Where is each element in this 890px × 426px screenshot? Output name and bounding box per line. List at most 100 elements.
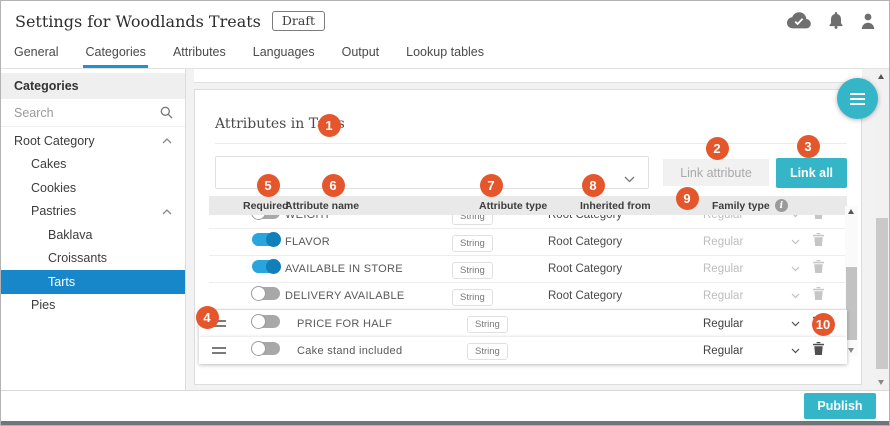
- toggle-knob: [251, 314, 266, 329]
- attribute-type-cell: String: [449, 260, 544, 279]
- tab-languages[interactable]: Languages: [253, 45, 315, 68]
- draft-status-badge: Draft: [272, 11, 325, 31]
- attributes-table: RequiredAttribute nameAttribute typeInhe…: [209, 196, 847, 364]
- link-attribute-button[interactable]: Link attribute: [663, 159, 769, 186]
- chevron-up-icon[interactable]: [162, 138, 172, 144]
- inherited-from-label: Root Category: [544, 263, 699, 275]
- tab-categories[interactable]: Categories: [85, 45, 145, 68]
- delete-attribute-button[interactable]: [813, 233, 839, 251]
- delete-attribute-button[interactable]: [813, 260, 839, 278]
- annotation-marker-10: 10: [812, 313, 835, 336]
- annotation-marker-9: 9: [676, 187, 699, 210]
- annotation-marker-8: 8: [582, 174, 605, 197]
- header-icons: [787, 12, 875, 29]
- required-toggle[interactable]: [252, 287, 280, 300]
- delete-attribute-button[interactable]: [813, 342, 839, 360]
- column-header-label: Attribute type: [479, 200, 547, 212]
- inherited-from-label: Root Category: [544, 236, 699, 248]
- required-toggle[interactable]: [252, 342, 280, 355]
- app-header: Settings for Woodlands Treats Draft: [1, 1, 889, 41]
- table-scrollbar-thumb[interactable]: [846, 267, 857, 340]
- trash-icon: [813, 215, 824, 224]
- family-type-dropdown[interactable]: [791, 215, 813, 218]
- required-cell: [209, 260, 279, 278]
- sidebar-item-root-category[interactable]: Root Category: [1, 129, 185, 153]
- sidebar-item-tarts[interactable]: Tarts: [1, 270, 185, 294]
- attributes-card: Attributes in Tarts Link attribute Link …: [194, 89, 862, 385]
- annotation-marker-3: 3: [797, 135, 820, 158]
- sidebar-item-baklava[interactable]: Baklava: [1, 223, 185, 247]
- chevron-up-icon[interactable]: [162, 209, 172, 215]
- trash-icon: [813, 287, 824, 305]
- scroll-down-icon[interactable]: [878, 380, 884, 385]
- attribute-type-cell: String: [449, 215, 544, 225]
- attribute-name-label: PRICE FOR HALF: [279, 318, 449, 330]
- page-title: Settings for Woodlands Treats: [15, 12, 261, 31]
- tree-item-label: Root Category: [14, 134, 95, 148]
- family-type-dropdown[interactable]: [791, 239, 813, 245]
- attributes-heading: Attributes in Tarts: [215, 116, 847, 132]
- toggle-knob: [251, 341, 266, 356]
- toggle-knob: [251, 215, 266, 220]
- bell-icon[interactable]: [829, 12, 843, 29]
- required-toggle[interactable]: [252, 260, 280, 273]
- annotation-marker-4: 4: [196, 306, 219, 329]
- info-icon[interactable]: i: [775, 199, 788, 212]
- heading-divider: [215, 143, 847, 144]
- user-icon[interactable]: [861, 13, 875, 29]
- family-type-dropdown[interactable]: [791, 348, 813, 354]
- attribute-row-flavor: FLAVORStringRoot CategoryRegular: [209, 229, 847, 256]
- tab-general[interactable]: General: [14, 45, 58, 68]
- family-type-dropdown[interactable]: [791, 266, 813, 272]
- required-cell: [209, 233, 279, 251]
- attribute-row-price-for-half: PRICE FOR HALFStringRegular: [199, 310, 847, 337]
- cloud-check-icon[interactable]: [787, 12, 811, 29]
- attribute-row-delivery-available: DELIVERY AVAILABLEStringRoot CategoryReg…: [209, 283, 847, 310]
- column-header-label: Family type: [712, 200, 770, 212]
- scroll-up-icon[interactable]: [878, 74, 884, 79]
- delete-attribute-button[interactable]: [813, 215, 839, 224]
- tree-item-label: Pastries: [31, 204, 76, 218]
- link-all-button[interactable]: Link all: [776, 158, 847, 188]
- attribute-type-cell: String: [449, 233, 544, 252]
- sidebar-item-croissants[interactable]: Croissants: [1, 247, 185, 271]
- annotation-marker-2: 2: [706, 137, 729, 160]
- clipped-row-viewport: WEIGHTStringRoot CategoryRegular: [209, 215, 847, 229]
- search-input[interactable]: [14, 106, 172, 120]
- drag-handle-icon[interactable]: [212, 347, 226, 357]
- required-toggle[interactable]: [252, 215, 280, 219]
- search-icon: [160, 106, 173, 124]
- scroll-up-icon[interactable]: [848, 209, 854, 214]
- family-type-value: Regular: [699, 318, 791, 330]
- publish-button[interactable]: Publish: [804, 393, 876, 419]
- footer-bar: Publish: [1, 390, 889, 421]
- sidebar-item-cookies[interactable]: Cookies: [1, 176, 185, 200]
- sidebar-item-pies[interactable]: Pies: [1, 294, 185, 318]
- sidebar-item-pastries[interactable]: Pastries: [1, 200, 185, 224]
- menu-fab-button[interactable]: [837, 78, 878, 119]
- page-scrollbar[interactable]: [875, 69, 889, 390]
- scroll-down-icon[interactable]: [848, 348, 854, 353]
- required-toggle[interactable]: [252, 315, 280, 328]
- required-toggle[interactable]: [252, 233, 280, 246]
- family-type-dropdown[interactable]: [791, 293, 813, 299]
- attribute-type-chip: String: [452, 215, 493, 225]
- attribute-type-chip: String: [452, 235, 493, 252]
- delete-attribute-button[interactable]: [813, 287, 839, 305]
- page-scrollbar-thumb[interactable]: [876, 218, 888, 369]
- tab-output[interactable]: Output: [342, 45, 380, 68]
- attribute-name-label: FLAVOR: [279, 236, 449, 248]
- family-type-dropdown[interactable]: [791, 321, 813, 327]
- column-header-attribute-name: Attribute name: [279, 200, 449, 212]
- trash-icon: [813, 342, 824, 360]
- attribute-name-label: AVAILABLE IN STORE: [279, 263, 449, 275]
- tree-item-label: Croissants: [48, 251, 107, 265]
- tree-item-label: Cakes: [31, 157, 66, 171]
- annotation-marker-6: 6: [322, 174, 345, 197]
- tab-attributes[interactable]: Attributes: [173, 45, 226, 68]
- sidebar-item-cakes[interactable]: Cakes: [1, 153, 185, 177]
- family-type-value: Regular: [699, 290, 791, 302]
- annotation-marker-5: 5: [257, 174, 280, 197]
- attribute-name-label: DELIVERY AVAILABLE: [279, 290, 449, 302]
- tab-lookup-tables[interactable]: Lookup tables: [406, 45, 484, 68]
